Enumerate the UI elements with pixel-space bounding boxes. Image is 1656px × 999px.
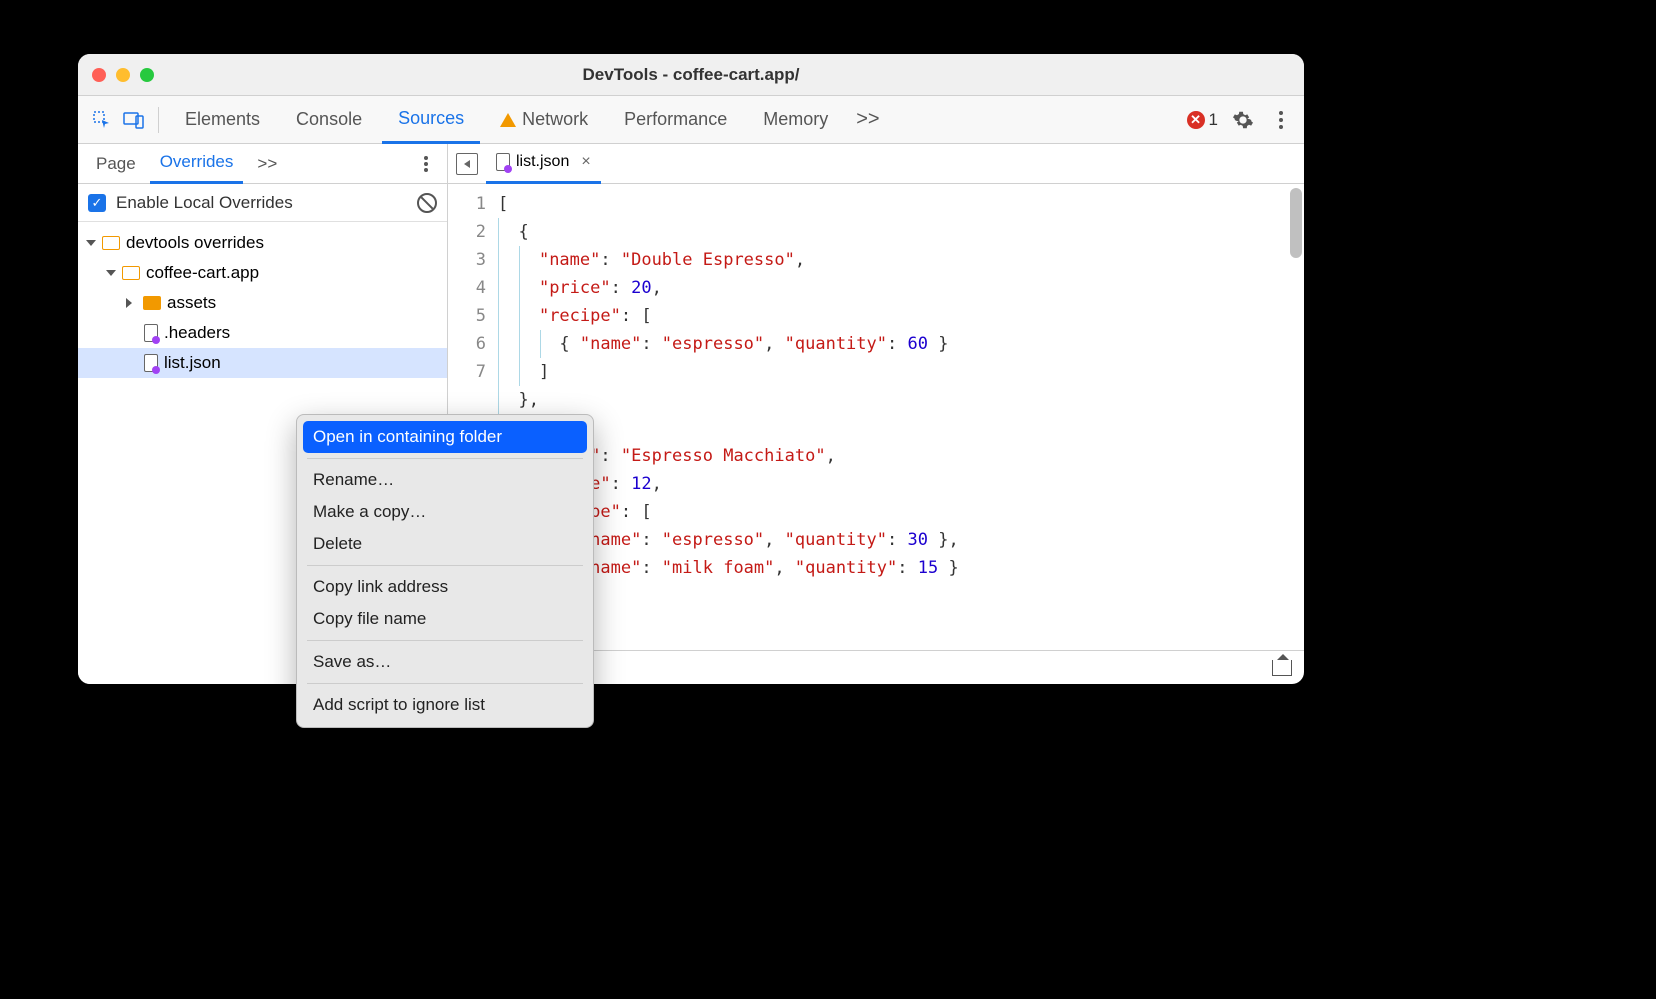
file-icon [144, 354, 158, 372]
minimize-window-button[interactable] [116, 68, 130, 82]
more-tabs-chevron[interactable]: >> [848, 108, 887, 131]
close-tab-icon[interactable]: × [581, 153, 590, 171]
tree-file-headers[interactable]: .headers [78, 318, 447, 348]
enable-overrides-row: ✓ Enable Local Overrides [78, 184, 447, 222]
code-line[interactable]: "price": 20, [498, 274, 959, 302]
code-line[interactable]: [ [498, 190, 959, 218]
ctx-open-in-folder[interactable]: Open in containing folder [303, 421, 587, 453]
toolbar-separator [158, 107, 159, 133]
error-icon: ✕ [1187, 111, 1205, 129]
clear-overrides-icon[interactable] [417, 193, 437, 213]
ctx-delete[interactable]: Delete [303, 528, 587, 560]
ctx-copy-filename[interactable]: Copy file name [303, 603, 587, 635]
close-window-button[interactable] [92, 68, 106, 82]
main-toolbar: Elements Console Sources Network Perform… [78, 96, 1304, 144]
tab-console-label: Console [296, 109, 362, 130]
code-line[interactable]: "recipe": [ [498, 302, 959, 330]
line-number: 5 [448, 302, 486, 330]
chevron-right-icon [126, 298, 137, 308]
tab-memory-label: Memory [763, 109, 828, 130]
line-number: 6 [448, 330, 486, 358]
tree-domain[interactable]: coffee-cart.app [78, 258, 447, 288]
toggle-drawer-icon[interactable] [1272, 660, 1292, 676]
ctx-make-copy[interactable]: Make a copy… [303, 496, 587, 528]
enable-overrides-checkbox[interactable]: ✓ [88, 194, 106, 212]
line-number: 7 [448, 358, 486, 386]
folder-icon [143, 296, 161, 310]
subtab-more-chevron[interactable]: >> [247, 144, 287, 184]
ctx-add-ignore[interactable]: Add script to ignore list [303, 689, 587, 721]
folder-icon [102, 236, 120, 250]
context-menu: Open in containing folder Rename… Make a… [296, 414, 594, 728]
tab-console[interactable]: Console [280, 96, 378, 144]
ctx-rename[interactable]: Rename… [303, 464, 587, 496]
tab-network[interactable]: Network [484, 96, 604, 144]
subtab-page[interactable]: Page [86, 144, 146, 184]
tab-performance-label: Performance [624, 109, 727, 130]
code-line[interactable]: ] [498, 358, 959, 386]
tree-list-label: list.json [164, 353, 221, 373]
subtab-overrides[interactable]: Overrides [150, 144, 244, 184]
ctx-copy-link[interactable]: Copy link address [303, 571, 587, 603]
tab-elements[interactable]: Elements [169, 96, 276, 144]
titlebar[interactable]: DevTools - coffee-cart.app/ [78, 54, 1304, 96]
kebab-menu-icon[interactable] [1268, 110, 1294, 130]
tab-network-label: Network [522, 109, 588, 130]
ctx-separator [307, 565, 583, 566]
tab-sources[interactable]: Sources [382, 96, 480, 144]
scrollbar-thumb[interactable] [1290, 188, 1302, 258]
line-number: 4 [448, 274, 486, 302]
tab-performance[interactable]: Performance [608, 96, 743, 144]
toggle-nav-icon[interactable] [456, 153, 478, 175]
line-number: 1 [448, 190, 486, 218]
traffic-lights [92, 68, 154, 82]
ctx-save-as[interactable]: Save as… [303, 646, 587, 678]
inspect-element-icon[interactable] [88, 106, 116, 134]
error-count-label: 1 [1209, 110, 1218, 130]
tree-root-label: devtools overrides [126, 233, 264, 253]
file-icon [144, 324, 158, 342]
ctx-separator [307, 640, 583, 641]
tree-root[interactable]: devtools overrides [78, 228, 447, 258]
code-line[interactable]: "name": "Double Espresso", [498, 246, 959, 274]
devtools-window: DevTools - coffee-cart.app/ Elements Con… [78, 54, 1304, 684]
line-number: 2 [448, 218, 486, 246]
ctx-separator [307, 683, 583, 684]
tree-headers-label: .headers [164, 323, 230, 343]
code-line[interactable]: }, [498, 386, 959, 414]
error-count-button[interactable]: ✕ 1 [1187, 110, 1218, 130]
override-dot-icon [152, 336, 160, 344]
line-number: 3 [448, 246, 486, 274]
enable-overrides-label: Enable Local Overrides [116, 193, 293, 213]
file-tab-list[interactable]: list.json × [486, 144, 601, 184]
tree-file-list[interactable]: list.json [78, 348, 447, 378]
folder-icon [122, 266, 140, 280]
file-icon [496, 153, 510, 171]
ctx-separator [307, 458, 583, 459]
warning-icon [500, 113, 516, 127]
override-dot-icon [152, 366, 160, 374]
tree-domain-label: coffee-cart.app [146, 263, 259, 283]
file-tabs-bar: list.json × [448, 144, 1304, 184]
content-area: Page Overrides >> ✓ Enable Local Overrid… [78, 144, 1304, 684]
device-toolbar-icon[interactable] [120, 106, 148, 134]
chevron-down-icon [106, 270, 116, 276]
sidebar-kebab-icon[interactable] [413, 155, 439, 173]
tab-memory[interactable]: Memory [747, 96, 844, 144]
window-title: DevTools - coffee-cart.app/ [583, 65, 800, 85]
sidebar-subtabs: Page Overrides >> [78, 144, 447, 184]
override-dot-icon [504, 165, 512, 173]
tab-elements-label: Elements [185, 109, 260, 130]
settings-icon[interactable] [1222, 109, 1264, 131]
maximize-window-button[interactable] [140, 68, 154, 82]
file-tab-label: list.json [516, 153, 569, 171]
chevron-down-icon [86, 240, 96, 246]
tree-folder-assets[interactable]: assets [78, 288, 447, 318]
tree-assets-label: assets [167, 293, 216, 313]
tab-sources-label: Sources [398, 108, 464, 129]
code-line[interactable]: { "name": "espresso", "quantity": 60 } [498, 330, 959, 358]
code-line[interactable]: { [498, 218, 959, 246]
